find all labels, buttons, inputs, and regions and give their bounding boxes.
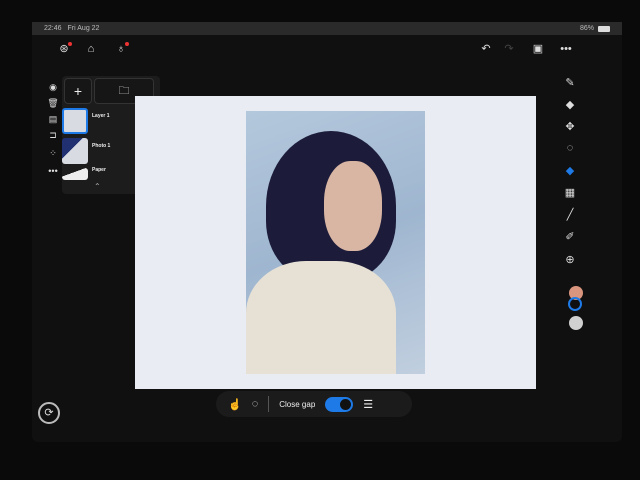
lightbulb-icon[interactable]: ♁	[113, 42, 129, 56]
creative-cloud-icon[interactable]: ⊛	[56, 42, 72, 56]
status-time: 22:46	[44, 25, 62, 32]
lasso-fill-icon[interactable]: ◌	[252, 398, 259, 410]
divider	[268, 396, 270, 412]
photo-layer-image	[246, 111, 425, 374]
learn-icon[interactable]: ⌂	[83, 42, 99, 56]
fill-tap-icon[interactable]: ☝	[228, 398, 242, 411]
more-icon[interactable]: •••	[558, 42, 574, 56]
clip-icon[interactable]: ⊐	[45, 128, 61, 142]
layer-thumb-layer-1[interactable]	[62, 108, 88, 134]
eyedropper-icon[interactable]: ✐	[562, 230, 578, 244]
color-picker-ring[interactable]	[568, 297, 582, 311]
battery-percent: 86%	[579, 25, 594, 32]
pixel-brush-icon[interactable]: ✎	[562, 76, 578, 90]
settings-sliders-icon[interactable]: ☰	[363, 398, 373, 411]
layer-name[interactable]: Paper	[92, 167, 106, 173]
layer-name[interactable]: Photo 1	[92, 143, 110, 149]
status-date: Fri Aug 22	[67, 25, 100, 32]
color-mix-icon[interactable]: ⊕	[562, 253, 578, 267]
secondary-color-swatch[interactable]	[569, 316, 583, 330]
battery-icon	[598, 25, 610, 32]
line-icon[interactable]: ╱	[562, 208, 578, 222]
close-gap-toggle[interactable]	[325, 396, 354, 412]
shapes-icon[interactable]: ▦	[562, 186, 578, 200]
move-icon[interactable]: ✥	[562, 120, 578, 134]
lasso-icon[interactable]: ◌	[562, 142, 578, 156]
fill-options-bar: ☝ ◌ Close gap ☰	[216, 391, 412, 417]
close-gap-label: Close gap	[279, 399, 316, 409]
more-layer-options-icon[interactable]: •••	[45, 164, 61, 178]
fill-icon[interactable]: ◆	[562, 164, 578, 178]
collapse-chevron-icon[interactable]: ⌃	[94, 182, 101, 191]
image-icon[interactable]: ▣	[530, 42, 546, 56]
layer-thumb-paper[interactable]	[62, 168, 88, 180]
add-layer-button[interactable]: +	[64, 78, 92, 104]
mask-icon[interactable]: ⁘	[45, 146, 61, 160]
layer-name[interactable]: Layer 1	[92, 113, 110, 119]
touch-shortcut-icon[interactable]: ⟳	[38, 402, 60, 424]
status-bar: 22:46 Fri Aug 22 86%	[32, 22, 622, 35]
eraser-icon[interactable]: ◆	[562, 98, 578, 112]
visibility-icon[interactable]: ◉	[45, 80, 61, 94]
redo-icon[interactable]: ↷	[501, 42, 517, 56]
layer-thumb-photo-1[interactable]	[62, 138, 88, 164]
undo-icon[interactable]: ↶	[478, 42, 494, 56]
trash-icon[interactable]: 🗑	[45, 96, 61, 110]
layer-properties-icon[interactable]: ▤	[45, 112, 61, 126]
